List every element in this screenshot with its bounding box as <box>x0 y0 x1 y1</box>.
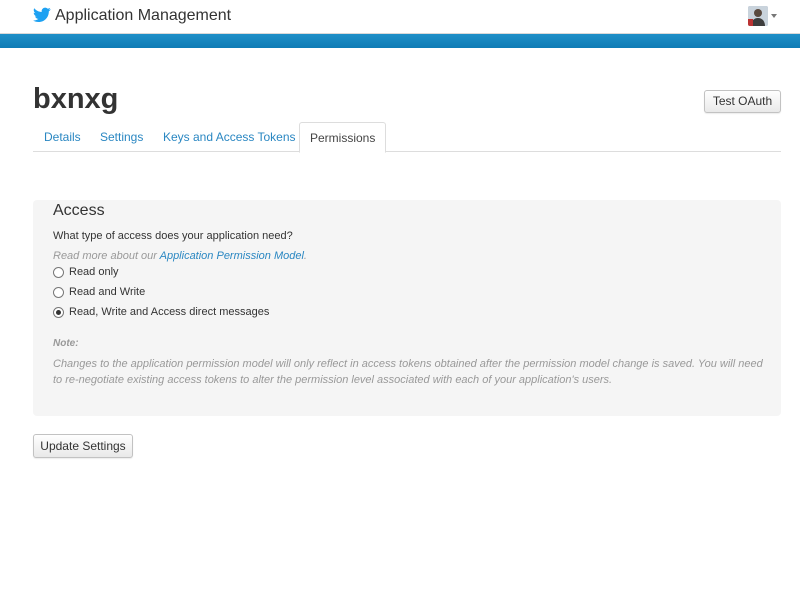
test-oauth-button[interactable]: Test OAuth <box>704 90 781 113</box>
radio-button[interactable] <box>53 287 64 298</box>
header-band <box>0 34 800 48</box>
caret-down-icon[interactable] <box>771 14 777 18</box>
radio-selected-dot <box>56 310 61 315</box>
note-text: Changes to the application permission mo… <box>53 358 763 386</box>
permission-model-link[interactable]: Application Permission Model <box>160 250 304 262</box>
radio-label[interactable]: Read, Write and Access direct messages <box>69 306 269 318</box>
access-heading: Access <box>53 202 105 219</box>
access-panel: Access What type of access does your app… <box>33 200 781 416</box>
twitter-bird-icon[interactable] <box>33 7 51 23</box>
access-question: What type of access does your applicatio… <box>53 230 293 242</box>
top-navbar: Application Management <box>0 0 800 34</box>
tab-settings[interactable]: Settings <box>89 122 154 152</box>
tab-bar: Details Settings Keys and Access Tokens … <box>33 122 781 153</box>
radio-label[interactable]: Read and Write <box>69 286 145 298</box>
app-management-title[interactable]: Application Management <box>55 7 231 25</box>
note-label: Note: <box>53 338 79 349</box>
tab-permissions[interactable]: Permissions <box>299 122 387 153</box>
update-settings-button[interactable]: Update Settings <box>33 434 133 458</box>
app-name-heading: bxnxg <box>33 83 119 115</box>
radio-label[interactable]: Read only <box>69 266 119 278</box>
radio-button[interactable] <box>53 307 64 318</box>
tab-keys-and-access-tokens[interactable]: Keys and Access Tokens <box>152 122 307 152</box>
radio-button[interactable] <box>53 267 64 278</box>
read-more-text: Read more about our Application Permissi… <box>53 250 307 262</box>
tab-details[interactable]: Details <box>33 122 92 152</box>
user-avatar-icon[interactable] <box>748 6 768 26</box>
